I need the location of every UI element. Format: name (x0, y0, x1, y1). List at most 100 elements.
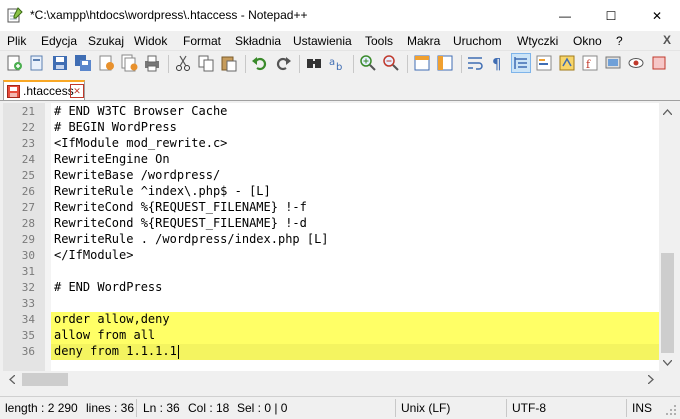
line-number: 33 (21, 297, 35, 310)
horizontal-scrollbar[interactable] (3, 371, 659, 388)
minimize-button[interactable]: — (542, 0, 588, 31)
toolbar-separator (245, 55, 246, 73)
sync-vertical-icon[interactable] (413, 54, 431, 72)
line-number: 28 (21, 217, 35, 230)
stop-recording-icon[interactable] (650, 54, 668, 72)
record-macro-icon[interactable] (627, 54, 645, 72)
print-icon[interactable] (143, 54, 161, 72)
menu-okno[interactable]: Okno (573, 34, 602, 48)
status-separator (626, 399, 627, 417)
vertical-scroll-thumb[interactable] (661, 253, 674, 353)
folder-as-workspace-icon[interactable]: f (581, 54, 599, 72)
menu-skladnia[interactable]: Składnia (235, 34, 281, 48)
undo-icon[interactable] (251, 54, 269, 72)
toolbar-separator (168, 55, 169, 73)
line-number: 32 (21, 281, 35, 294)
code-line[interactable]: order allow,deny (54, 312, 170, 326)
status-bar: length : 2 290 lines : 36 Ln : 36 Col : … (0, 396, 680, 419)
scroll-left-icon[interactable] (3, 371, 20, 388)
new-file-icon[interactable] (5, 54, 23, 72)
status-column: Col : 18 (188, 401, 230, 415)
menu-uruchom[interactable]: Uruchom (453, 34, 502, 48)
code-line[interactable]: # END W3TC Browser Cache (54, 104, 227, 118)
code-line[interactable]: RewriteEngine On (54, 152, 170, 166)
menu-tools[interactable]: Tools (365, 34, 393, 48)
cut-icon[interactable] (174, 54, 192, 72)
line-number: 27 (21, 201, 35, 214)
toolbar-separator (299, 55, 300, 73)
replace-icon[interactable]: ab (328, 54, 346, 73)
modified-file-icon (7, 85, 20, 101)
code-line[interactable]: RewriteRule . /wordpress/index.php [L] (54, 232, 329, 246)
menu-format[interactable]: Format (183, 34, 221, 48)
status-separator (136, 399, 137, 417)
line-number: 23 (21, 137, 35, 150)
toolbar: ab ¶ f (0, 50, 680, 77)
status-insert-mode[interactable]: INS (632, 401, 652, 415)
sync-horizontal-icon[interactable] (436, 54, 454, 72)
menu-ustawienia[interactable]: Ustawienia (293, 34, 352, 48)
zoom-out-icon[interactable] (382, 54, 400, 72)
scroll-corner (659, 371, 676, 388)
scroll-up-icon[interactable] (659, 103, 676, 120)
tab-close-icon[interactable]: ✕ (70, 84, 84, 98)
toolbar-separator (407, 55, 408, 73)
menu-plik[interactable]: Plik (7, 34, 26, 48)
editor-pane[interactable]: 21 # END W3TC Browser Cache 22 # BEGIN Word… (3, 103, 659, 371)
maximize-button[interactable]: ☐ (588, 0, 634, 31)
text-caret (177, 345, 179, 359)
menu-wtyczki[interactable]: Wtyczki (517, 34, 558, 48)
menu-szukaj[interactable]: Szukaj (88, 34, 124, 48)
close-window-button[interactable]: ✕ (634, 0, 680, 31)
document-map-icon[interactable] (535, 54, 553, 72)
toolbar-separator (461, 55, 462, 73)
menu-makra[interactable]: Makra (407, 34, 440, 48)
vertical-scrollbar[interactable] (659, 103, 676, 371)
menu-edycja[interactable]: Edycja (41, 34, 77, 48)
scroll-right-icon[interactable] (642, 371, 659, 388)
code-line[interactable]: allow from all (54, 328, 155, 342)
code-line[interactable]: RewriteRule ^index\.php$ - [L] (54, 184, 271, 198)
code-line[interactable]: RewriteBase /wordpress/ (54, 168, 220, 182)
code-line[interactable]: RewriteCond %{REQUEST_FILENAME} !-f (54, 200, 307, 214)
status-eol[interactable]: Unix (LF) (401, 401, 450, 415)
copy-icon[interactable] (197, 54, 215, 72)
close-document-button[interactable]: X (663, 33, 671, 47)
show-all-chars-icon[interactable]: ¶ (489, 54, 507, 73)
line-number: 21 (21, 105, 35, 118)
save-all-icon[interactable] (74, 54, 92, 72)
code-line[interactable]: RewriteCond %{REQUEST_FILENAME} !-d (54, 216, 307, 230)
code-line[interactable]: <IfModule mod_rewrite.c> (54, 136, 227, 150)
svg-text:¶: ¶ (492, 55, 502, 72)
close-file-icon[interactable] (97, 54, 115, 72)
code-line[interactable]: # END WordPress (54, 280, 162, 294)
menu-widok[interactable]: Widok (134, 34, 167, 48)
status-separator (506, 399, 507, 417)
open-file-icon[interactable] (28, 54, 46, 72)
indent-guide-icon[interactable] (511, 53, 531, 73)
find-icon[interactable] (305, 54, 323, 72)
status-selection: Sel : 0 | 0 (237, 401, 288, 415)
status-separator (395, 399, 396, 417)
paste-icon[interactable] (220, 54, 238, 72)
monitoring-icon[interactable] (604, 54, 622, 72)
horizontal-scroll-thumb[interactable] (22, 373, 68, 386)
status-length: length : 2 290 (5, 401, 78, 415)
code-line[interactable]: </IfModule> (54, 248, 133, 262)
close-all-icon[interactable] (120, 54, 138, 72)
word-wrap-icon[interactable] (466, 54, 484, 72)
scroll-down-icon[interactable] (659, 354, 676, 371)
menu-help[interactable]: ? (616, 34, 623, 48)
save-icon[interactable] (51, 54, 69, 72)
resize-grip-icon[interactable] (666, 405, 677, 416)
tab-htaccess[interactable]: .htaccess ✕ (3, 80, 85, 100)
svg-text:b: b (336, 62, 342, 72)
code-line[interactable]: # BEGIN WordPress (54, 120, 177, 134)
function-list-icon[interactable] (558, 54, 576, 72)
zoom-in-icon[interactable] (359, 54, 377, 72)
minimize-icon: — (559, 8, 571, 23)
code-line[interactable]: deny from 1.1.1.1 (54, 344, 177, 358)
line-number: 22 (21, 121, 35, 134)
redo-icon[interactable] (274, 54, 292, 72)
status-encoding[interactable]: UTF-8 (512, 401, 546, 415)
